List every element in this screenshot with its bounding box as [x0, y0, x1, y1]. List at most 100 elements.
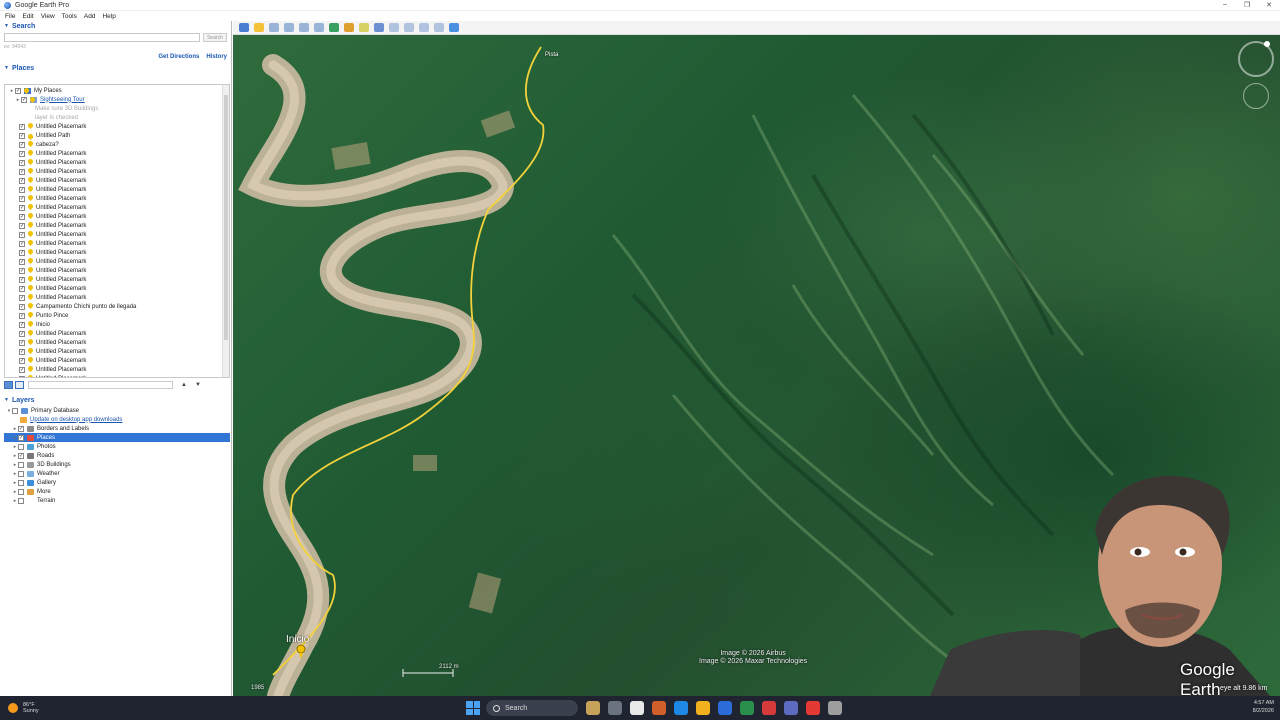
visibility-checkbox[interactable]: ✓	[19, 168, 25, 175]
visibility-checkbox[interactable]: ✓	[19, 123, 25, 130]
visibility-checkbox[interactable]: ✓	[19, 258, 25, 265]
historical-imagery-icon[interactable]	[329, 23, 339, 32]
place-item[interactable]: ✓ Inicio	[5, 320, 229, 329]
visibility-checkbox[interactable]: ✓	[19, 177, 25, 184]
taskbar-app-icon[interactable]	[586, 701, 600, 715]
menu-add[interactable]: Add	[84, 13, 96, 20]
place-item[interactable]: ✓ Untitled Placemark	[5, 356, 229, 365]
layer-checkbox[interactable]	[18, 497, 24, 504]
visibility-checkbox[interactable]: ✓	[19, 330, 25, 337]
place-item[interactable]: ✓ Untitled Placemark	[5, 185, 229, 194]
inicio-placemark-label[interactable]: Inicio	[286, 634, 309, 645]
add-image-overlay-icon[interactable]	[299, 23, 309, 32]
place-item[interactable]: ✓ Untitled Placemark	[5, 221, 229, 230]
weather-widget[interactable]: 86°F Sunny	[8, 702, 39, 714]
visibility-checkbox[interactable]: ✓	[19, 357, 25, 364]
visibility-checkbox[interactable]: ✓	[19, 222, 25, 229]
layer-item[interactable]: ▸ Gallery	[4, 478, 230, 487]
get-directions-link[interactable]: Get Directions	[158, 54, 199, 60]
place-item[interactable]: ✓ Untitled Placemark	[5, 158, 229, 167]
add-placemark-icon[interactable]	[254, 23, 264, 32]
layer-checkbox[interactable]: ✓	[18, 434, 24, 441]
record-tour-icon[interactable]	[314, 23, 324, 32]
search-input[interactable]	[4, 33, 200, 42]
visibility-checkbox[interactable]: ✓	[19, 276, 25, 283]
visibility-checkbox[interactable]: ✓	[19, 366, 25, 373]
sunlight-icon[interactable]	[344, 23, 354, 32]
place-item[interactable]: layer is checked	[5, 113, 229, 122]
taskbar-search[interactable]: Search	[486, 700, 578, 716]
visibility-checkbox[interactable]: ✓	[19, 312, 25, 319]
visibility-checkbox[interactable]: ✓	[19, 348, 25, 355]
layer-checkbox[interactable]: ✓	[18, 452, 24, 459]
menu-file[interactable]: File	[5, 13, 15, 20]
layer-item[interactable]: ▸ ✓ Roads	[4, 451, 230, 460]
visibility-checkbox[interactable]: ✓	[19, 150, 25, 157]
place-item[interactable]: ✓ Campamento Chichi punto de llegada	[5, 302, 229, 311]
visibility-checkbox[interactable]: ✓	[19, 285, 25, 292]
place-item[interactable]: ✓ Untitled Placemark	[5, 230, 229, 239]
visibility-checkbox[interactable]: ✓	[19, 321, 25, 328]
layers-panel-header[interactable]: ▼ Layers	[0, 395, 232, 405]
layer-item[interactable]: ▸ ✓ Places	[4, 433, 230, 442]
visibility-checkbox[interactable]: ✓	[19, 375, 25, 377]
visibility-checkbox[interactable]: ✓	[15, 87, 21, 94]
visibility-checkbox[interactable]: ✓	[19, 159, 25, 166]
visibility-checkbox[interactable]: ✓	[19, 213, 25, 220]
globe-icon[interactable]	[449, 23, 459, 32]
layer-item[interactable]: ▸ Photos	[4, 442, 230, 451]
search-places-icon[interactable]	[4, 381, 13, 389]
maximize-button[interactable]: ❐	[1236, 1, 1258, 9]
save-image-icon[interactable]	[419, 23, 429, 32]
search-panel-header[interactable]: ▼ Search	[0, 21, 231, 31]
taskbar-app-icon[interactable]	[652, 701, 666, 715]
taskbar-app-icon[interactable]	[630, 701, 644, 715]
ruler-icon[interactable]	[374, 23, 384, 32]
history-link[interactable]: History	[206, 54, 227, 60]
visibility-checkbox[interactable]: ✓	[19, 294, 25, 301]
layer-item[interactable]: ▸ 3D Buildings	[4, 460, 230, 469]
place-item[interactable]: ✓ Untitled Placemark	[5, 248, 229, 257]
start-button[interactable]	[466, 701, 480, 715]
layer-checkbox[interactable]	[12, 407, 18, 414]
minimize-button[interactable]: –	[1214, 1, 1236, 9]
place-item[interactable]: ✓ Untitled Placemark	[5, 257, 229, 266]
place-item[interactable]: ✓ Untitled Placemark	[5, 374, 229, 377]
close-button[interactable]: ✕	[1258, 1, 1280, 9]
layer-checkbox[interactable]	[18, 488, 24, 495]
taskbar-app-icon[interactable]	[784, 701, 798, 715]
place-item[interactable]: ✓ Untitled Placemark	[5, 338, 229, 347]
taskbar-app-icon[interactable]	[674, 701, 688, 715]
visibility-checkbox[interactable]: ✓	[19, 141, 25, 148]
layer-item[interactable]: ▸ Terrain	[4, 496, 230, 505]
place-item[interactable]: ✓ Untitled Placemark	[5, 365, 229, 374]
place-item[interactable]: ✓ Untitled Placemark	[5, 275, 229, 284]
place-item[interactable]: ▸ ✓ Sightseeing Tour	[5, 95, 229, 104]
taskbar-app-icon[interactable]	[608, 701, 622, 715]
layer-checkbox[interactable]	[18, 470, 24, 477]
visibility-checkbox[interactable]: ✓	[19, 231, 25, 238]
visibility-checkbox[interactable]: ✓	[21, 96, 27, 103]
layer-item[interactable]: Update on desktop app downloads	[4, 415, 230, 424]
scrollbar-thumb[interactable]	[224, 95, 228, 340]
menu-tools[interactable]: Tools	[62, 13, 77, 20]
menu-help[interactable]: Help	[102, 13, 115, 20]
layer-item[interactable]: ▸ More	[4, 487, 230, 496]
place-item[interactable]: ✓ Untitled Placemark	[5, 212, 229, 221]
taskbar-app-icon[interactable]	[762, 701, 776, 715]
visibility-checkbox[interactable]: ✓	[19, 339, 25, 346]
place-item[interactable]: ✓ Untitled Placemark	[5, 347, 229, 356]
places-filter-field[interactable]	[28, 381, 173, 389]
layer-checkbox[interactable]: ✓	[18, 425, 24, 432]
view-places-icon[interactable]	[15, 381, 24, 389]
place-item[interactable]: ✓ Punto Pince	[5, 311, 229, 320]
place-item[interactable]: ✓ Untitled Placemark	[5, 149, 229, 158]
place-item[interactable]: ✓ Untitled Placemark	[5, 293, 229, 302]
places-tree[interactable]: ▸ ✓ My Places ▸ ✓ Sightseeing Tour Make sure 3…	[4, 84, 230, 378]
layer-checkbox[interactable]	[18, 461, 24, 468]
visibility-checkbox[interactable]: ✓	[19, 267, 25, 274]
search-button[interactable]: Search	[203, 33, 227, 42]
email-icon[interactable]	[389, 23, 399, 32]
system-tray-clock[interactable]: 4:57 AM 8/2/2026	[1253, 699, 1274, 715]
layer-item[interactable]: ▸ ✓ Borders and Labels	[4, 424, 230, 433]
